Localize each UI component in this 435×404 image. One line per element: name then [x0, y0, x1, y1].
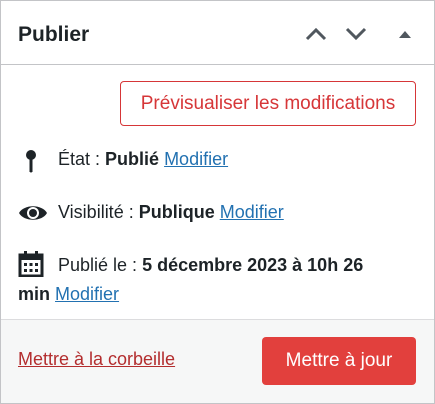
move-up-button[interactable]	[301, 19, 331, 49]
status-value: Publié	[105, 149, 160, 169]
preview-action: Prévisualiser les modifications	[120, 81, 416, 126]
publish-date-row: Publié le : 5 décembre 2023 à 10h 26 min…	[18, 251, 418, 311]
visibility-row: Visibilité : Publique Modifier	[18, 198, 418, 228]
status-row: État : Publié Modifier	[18, 145, 418, 175]
date-value: 5 décembre 2023 à 10h 26	[142, 255, 364, 275]
visibility-value: Publique	[138, 202, 215, 222]
publish-box: Publier Prévisualiser les modifications …	[0, 0, 435, 404]
triangle-up-icon	[398, 29, 412, 39]
status-label: État :	[58, 149, 106, 169]
edit-visibility-link[interactable]: Modifier	[220, 202, 284, 222]
eye-icon	[18, 201, 48, 234]
move-down-button[interactable]	[341, 19, 371, 49]
box-title: Publier	[18, 23, 90, 46]
edit-status-link[interactable]: Modifier	[164, 149, 228, 169]
visibility-label: Visibilité :	[58, 202, 139, 222]
date-label: Publié le :	[58, 255, 143, 275]
toggle-panel-button[interactable]	[390, 19, 420, 49]
update-button[interactable]: Mettre à jour	[262, 337, 416, 385]
trash-link[interactable]: Mettre à la corbeille	[18, 349, 175, 370]
date-value-continued: min	[18, 284, 51, 304]
preview-changes-button[interactable]: Prévisualiser les modifications	[120, 81, 416, 126]
chevron-down-icon	[344, 26, 368, 42]
edit-date-link[interactable]: Modifier	[55, 284, 119, 304]
box-header: Publier	[1, 1, 434, 65]
major-actions: Mettre à la corbeille Mettre à jour	[1, 319, 434, 403]
chevron-up-icon	[304, 26, 328, 42]
pin-icon	[18, 147, 44, 182]
